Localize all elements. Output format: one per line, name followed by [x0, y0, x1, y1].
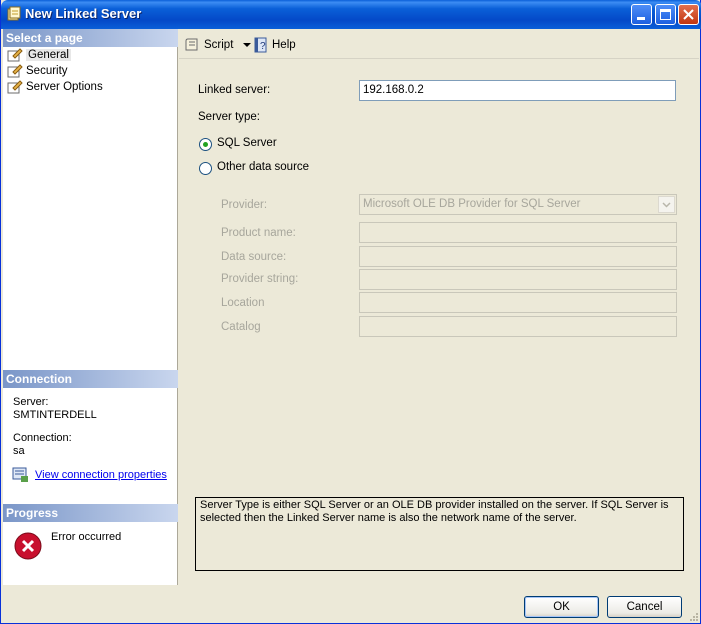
sql-server-radio[interactable] [199, 138, 212, 151]
right-pane: Script ? Help Linked server: 192.168.0.2… [179, 29, 699, 585]
provider-string-input[interactable] [359, 269, 677, 290]
script-button[interactable]: Script [185, 36, 252, 54]
title-bar[interactable]: New Linked Server [1, 0, 701, 29]
maximize-button[interactable] [655, 4, 676, 25]
page-item-label: Server Options [26, 81, 103, 93]
provider-select-value: Microsoft OLE DB Provider for SQL Server [363, 198, 581, 210]
left-pane: Select a page General Security Server Op… [3, 29, 178, 585]
ok-button[interactable]: OK [524, 596, 599, 618]
data-source-label: Data source: [221, 251, 287, 263]
page-item-general[interactable]: General [7, 47, 71, 63]
page-icon [7, 80, 23, 94]
help-icon: ? [254, 37, 267, 53]
dropdown-arrow-icon[interactable] [242, 41, 252, 49]
product-name-label: Product name: [221, 227, 296, 239]
data-source-input[interactable] [359, 246, 677, 267]
provider-select[interactable]: Microsoft OLE DB Provider for SQL Server [359, 194, 677, 215]
view-connection-properties-link[interactable]: View connection properties [35, 469, 167, 481]
linked-server-icon [7, 6, 21, 21]
error-icon [14, 532, 42, 560]
window-title: New Linked Server [25, 6, 142, 21]
page-item-label: General [26, 49, 71, 61]
chevron-down-icon [658, 196, 675, 213]
page-icon [7, 48, 23, 62]
provider-string-label: Provider string: [221, 273, 299, 285]
description-panel: Server Type is either SQL Server or an O… [195, 497, 684, 571]
progress-status: Error occurred [51, 531, 122, 543]
script-icon [185, 38, 198, 51]
connection-value: sa [13, 445, 25, 457]
select-page-header: Select a page [3, 29, 178, 47]
toolbar: Script ? Help [179, 29, 699, 59]
connection-header: Connection [3, 370, 178, 388]
linked-server-label: Linked server: [198, 84, 271, 96]
properties-icon [12, 467, 28, 482]
close-icon [683, 9, 694, 20]
minimize-button[interactable] [631, 4, 652, 25]
page-item-label: Security [26, 65, 68, 77]
connection-label: Connection: [13, 432, 72, 444]
page-icon [7, 64, 23, 78]
server-label: Server: [13, 396, 49, 408]
help-label: Help [272, 39, 296, 51]
script-label: Script [204, 39, 234, 51]
close-button[interactable] [678, 4, 699, 25]
cancel-button[interactable]: Cancel [607, 596, 682, 618]
general-page: Linked server: 192.168.0.2 Server type: … [179, 63, 699, 585]
linked-server-input[interactable]: 192.168.0.2 [359, 80, 676, 101]
location-label: Location [221, 297, 265, 309]
page-item-server-options[interactable]: Server Options [7, 79, 103, 95]
catalog-label: Catalog [221, 321, 261, 333]
sql-server-radio-label[interactable]: SQL Server [217, 137, 277, 149]
progress-header: Progress [3, 504, 178, 522]
server-type-label: Server type: [198, 111, 260, 123]
other-data-source-radio-label[interactable]: Other data source [217, 161, 309, 173]
product-name-input[interactable] [359, 222, 677, 243]
resize-grip-icon[interactable] [687, 610, 699, 622]
help-button[interactable]: ? Help [253, 36, 296, 54]
dialog-window: New Linked Server Select a page General [0, 0, 701, 624]
server-value: SMTINTERDELL [13, 409, 97, 421]
location-input[interactable] [359, 292, 677, 313]
svg-text:?: ? [260, 41, 266, 52]
catalog-input[interactable] [359, 316, 677, 337]
page-item-security[interactable]: Security [7, 63, 68, 79]
other-data-source-radio[interactable] [199, 162, 212, 175]
provider-label: Provider: [221, 199, 268, 211]
